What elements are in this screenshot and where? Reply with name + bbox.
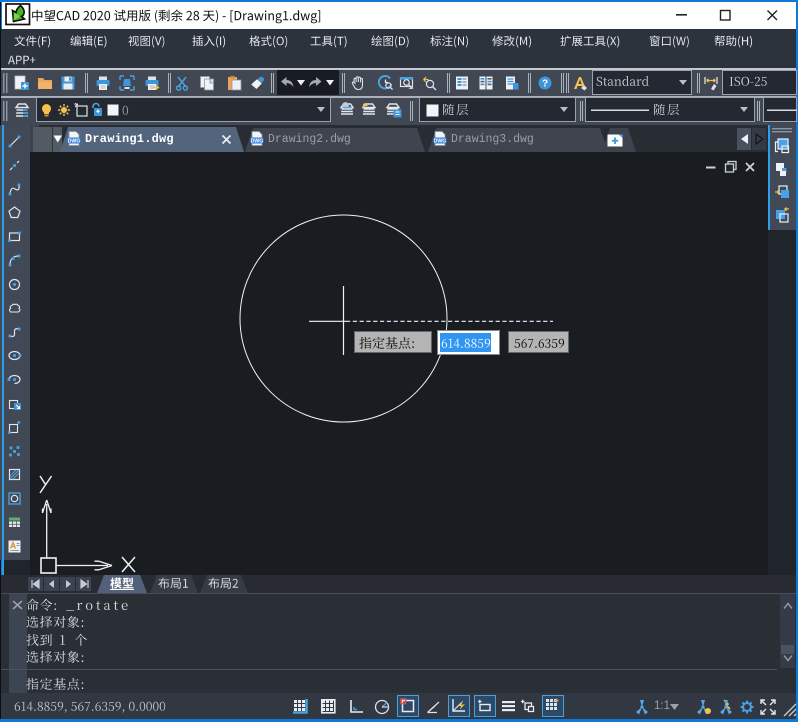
svg-text:?: ? [542,79,548,90]
svg-text:DWG: DWG [251,139,264,145]
svg-text:DWG: DWG [434,139,447,145]
svg-text:DWG: DWG [68,139,81,145]
